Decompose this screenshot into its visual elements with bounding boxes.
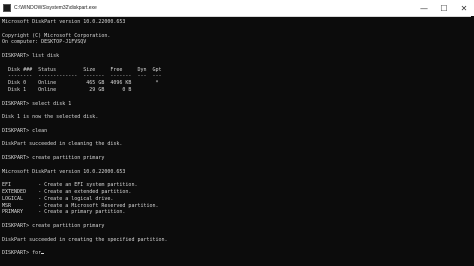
console-line: DISKPART> clean <box>2 127 48 134</box>
window-controls: — ☐ ✕ <box>414 0 474 16</box>
maximize-button[interactable]: ☐ <box>434 0 454 16</box>
minimize-button[interactable]: — <box>414 0 434 16</box>
console-app-icon <box>3 4 11 12</box>
close-button[interactable]: ✕ <box>454 0 474 16</box>
console-line: LOGICAL - Create a logical drive. <box>2 195 114 202</box>
window-title: C:\WINDOWS\system32\diskpart.exe <box>14 5 97 11</box>
text-cursor <box>41 253 45 255</box>
diskpart-window: C:\WINDOWS\system32\diskpart.exe — ☐ ✕ M… <box>0 0 474 266</box>
console-line: EFI - Create an EFI system partition. <box>2 182 138 189</box>
console-line: Disk 1 is now the selected disk. <box>2 114 99 121</box>
console-line: -------- ------------- ------- ------- -… <box>2 73 162 80</box>
console-output[interactable]: Microsoft DiskPart version 10.0.22000.65… <box>2 19 470 266</box>
console-line: DISKPART> list disk <box>2 52 60 59</box>
console-line: DiskPart succeeded in creating the speci… <box>2 236 168 243</box>
console-line: Copyright (C) Microsoft Corporation. <box>2 32 111 39</box>
console-line: DiskPart succeeded in cleaning the disk. <box>2 141 123 148</box>
console-line: Disk 0 Online 465 GB 4096 KB * <box>2 80 159 87</box>
console-line: DISKPART> select disk 1 <box>2 100 72 107</box>
command-prompt-line[interactable]: DISKPART> for <box>2 250 470 257</box>
console-line: EXTENDED - Create an extended partition. <box>2 188 132 195</box>
console-line: PRIMARY - Create a primary partition. <box>2 209 126 216</box>
console-line: DISKPART> create partition primary <box>2 222 105 229</box>
console-line: Disk ### Status Size Free Dyn Gpt <box>2 66 162 73</box>
console-line: Disk 1 Online 29 GB 0 B <box>2 86 132 93</box>
console-line: On computer: DESKTOP-J1FVSQV <box>2 39 87 46</box>
title-bar[interactable]: C:\WINDOWS\system32\diskpart.exe — ☐ ✕ <box>0 0 474 17</box>
console-line: DISKPART> create partition primary <box>2 154 105 161</box>
console-line: MSR - Create a Microsoft Reserved partit… <box>2 202 159 209</box>
current-command-text: DISKPART> for <box>2 250 42 257</box>
console-line: Microsoft DiskPart version 10.0.22000.65… <box>2 168 126 175</box>
console-line: Microsoft DiskPart version 10.0.22000.65… <box>2 19 126 25</box>
